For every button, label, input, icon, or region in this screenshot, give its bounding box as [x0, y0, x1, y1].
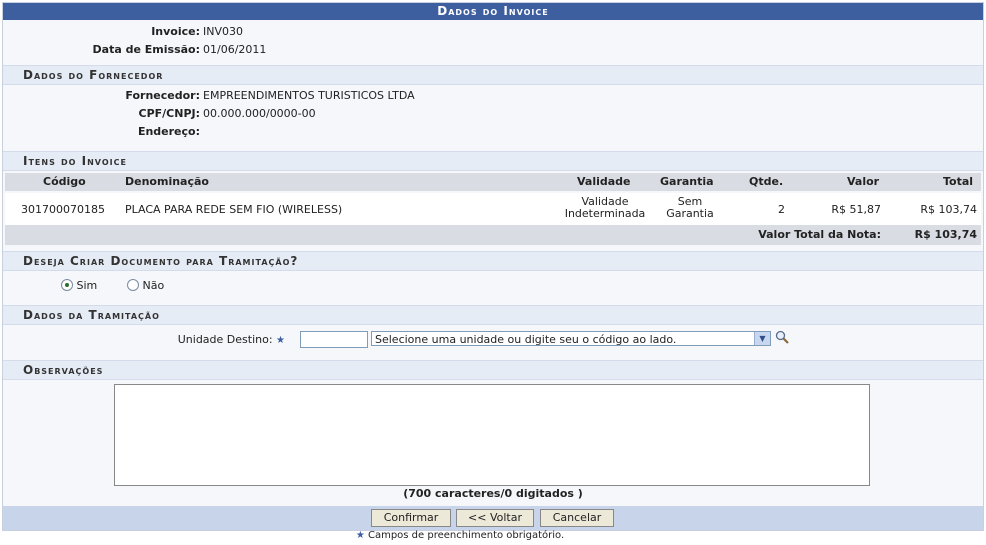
- total-value: R$ 103,74: [914, 228, 977, 241]
- col-valor: Valor: [847, 175, 880, 188]
- cpf-label: CPF/CNPJ:: [138, 107, 201, 120]
- chevron-down-icon[interactable]: ▼: [754, 332, 770, 345]
- radio-sim[interactable]: Sim: [61, 279, 97, 292]
- invoice-form-panel: Dados do Invoice Invoice: INV030 Data de…: [2, 2, 984, 531]
- observacoes-textarea[interactable]: [114, 384, 870, 486]
- cell-denominacao: PLACA PARA REDE SEM FIO (WIRELESS): [125, 203, 343, 216]
- unidade-select[interactable]: Selecione uma unidade ou digite seu o có…: [371, 331, 771, 346]
- invoice-value: INV030: [203, 25, 243, 38]
- cell-validade: Validade Indeterminada: [564, 195, 646, 220]
- invoice-label: Invoice:: [151, 25, 200, 38]
- section-fornecedor: Dados do Fornecedor: [3, 65, 983, 85]
- confirmar-button[interactable]: Confirmar: [371, 509, 451, 527]
- col-denominacao: Denominação: [125, 175, 209, 188]
- radio-nao-label: Não: [142, 279, 165, 292]
- emissao-value: 01/06/2011: [203, 43, 267, 56]
- cell-garantia: Sem Garantia: [666, 195, 714, 220]
- cpf-value: 00.000.000/0000-00: [203, 107, 316, 120]
- col-total: Total: [943, 175, 974, 188]
- cell-codigo: 301700070185: [21, 203, 105, 216]
- char-counter: (700 caracteres/0 digitados ): [403, 487, 583, 500]
- section-tramitacao-question: Deseja Criar Documento para Tramitação?: [3, 251, 983, 271]
- table-row: 301700070185 PLACA PARA REDE SEM FIO (WI…: [5, 193, 981, 225]
- required-star-icon: ★: [276, 335, 285, 346]
- emissao-label: Data de Emissão:: [92, 43, 200, 56]
- section-dados-tramitacao: Dados da Tramitação: [3, 305, 983, 325]
- endereco-label: Endereço:: [137, 125, 200, 138]
- search-icon[interactable]: [775, 330, 789, 344]
- cell-total: R$ 103,74: [920, 203, 977, 216]
- fornecedor-value: EMPREENDIMENTOS TURISTICOS LTDA: [203, 89, 415, 102]
- col-garantia: Garantia: [660, 175, 714, 188]
- radio-sim-label: Sim: [76, 279, 98, 292]
- unidade-select-value: Selecione uma unidade ou digite seu o có…: [375, 333, 677, 346]
- required-star-icon: ★: [355, 530, 365, 541]
- unidade-code-input[interactable]: [300, 331, 368, 348]
- items-table-header: Código Denominação Validade Garantia Qtd…: [5, 173, 981, 191]
- items-table-footer: Valor Total da Nota: R$ 103,74: [5, 225, 981, 245]
- cancelar-button[interactable]: Cancelar: [540, 509, 614, 527]
- cell-qtde: 2: [778, 203, 785, 216]
- col-codigo: Código: [43, 175, 86, 188]
- voltar-button[interactable]: << Voltar: [456, 509, 534, 527]
- total-label: Valor Total da Nota:: [758, 228, 881, 241]
- unidade-label: Unidade Destino: ★: [177, 333, 285, 346]
- section-itens: Itens do Invoice: [3, 151, 983, 171]
- required-note: ★ Campos de preenchimento obrigatório.: [355, 530, 565, 541]
- radio-nao-button[interactable]: [127, 279, 139, 291]
- radio-nao[interactable]: Não: [127, 279, 164, 292]
- radio-sim-button[interactable]: [61, 279, 73, 291]
- cell-valor: R$ 51,87: [831, 203, 881, 216]
- col-validade: Validade: [577, 175, 631, 188]
- panel-title: Dados do Invoice: [3, 3, 983, 20]
- col-qtde: Qtde.: [749, 175, 784, 188]
- section-observacoes: Observações: [3, 360, 983, 380]
- fornecedor-label: Fornecedor:: [125, 89, 200, 102]
